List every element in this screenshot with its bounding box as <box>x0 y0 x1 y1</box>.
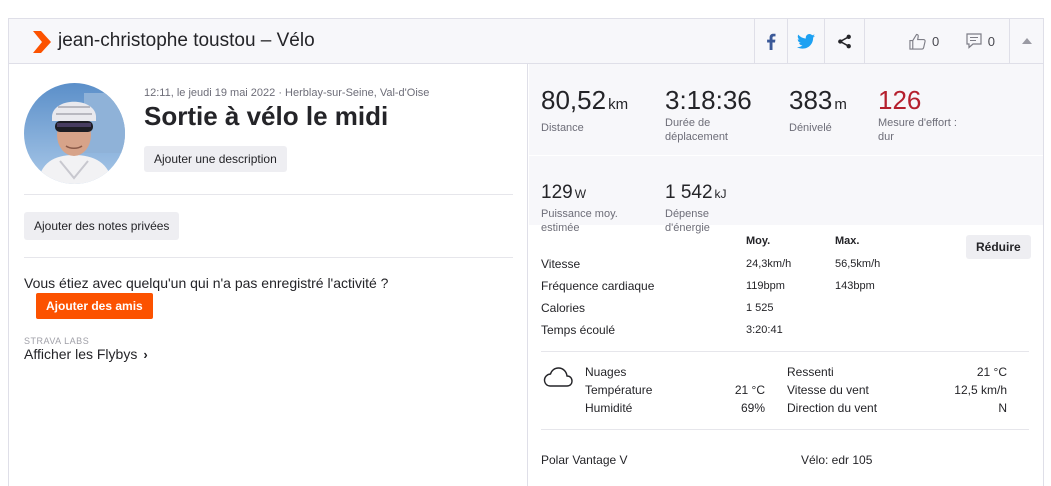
feels-like-label: Ressenti <box>787 365 834 379</box>
feels-like-value: 21 °C <box>976 365 1007 379</box>
share-button[interactable] <box>824 19 864 63</box>
table-row-max: 56,5km/h <box>835 258 881 270</box>
wind-direction-value: N <box>998 401 1007 415</box>
table-row-max: 143bpm <box>835 280 875 292</box>
distance-value: 80,52 <box>541 85 607 115</box>
cloud-icon <box>543 367 573 387</box>
comments-count: 0 <box>987 33 995 49</box>
bike-name: Vélo: edr 105 <box>801 453 873 467</box>
distance-unit: km <box>608 96 629 113</box>
weather-condition: Nuages <box>585 365 627 379</box>
strava-labs-label: STRAVA LABS <box>24 336 90 346</box>
stat-power: 129 W Puissance moy. estimée <box>541 182 618 235</box>
comment-icon <box>966 33 982 49</box>
stat-moving-time: 3:18:36 Durée de déplacement <box>665 86 752 144</box>
table-row-label: Calories <box>541 301 586 315</box>
activity-stats-panel: 80,52 km Distance 3:18:36 Durée de déplace… <box>529 64 1043 486</box>
power-unit: W <box>574 187 587 201</box>
divider <box>24 257 513 258</box>
caret-up-icon <box>1021 38 1032 44</box>
add-private-notes-button[interactable]: Ajouter des notes privées <box>24 212 180 240</box>
column-header-avg: Moy. <box>746 235 771 247</box>
comments-button[interactable]: 0 <box>903 19 1009 63</box>
reduce-button[interactable]: Réduire <box>966 235 1031 259</box>
activity-title[interactable]: Sortie à vélo le midi <box>144 101 388 132</box>
activity-card: jean-christophe toustou – Vélo 0 0 12:11… <box>8 18 1044 486</box>
table-row-avg: 24,3km/h <box>746 258 792 270</box>
effort-label-2: dur <box>878 131 894 143</box>
distance-label: Distance <box>541 122 584 134</box>
divider <box>529 155 1043 156</box>
humidity-value: 69% <box>740 401 765 415</box>
divider <box>541 429 1029 430</box>
elevation-unit: m <box>834 96 847 113</box>
energy-value: 1 542 <box>665 182 713 203</box>
share-icon <box>838 34 851 48</box>
temperature-value: 21 °C <box>734 383 765 397</box>
activity-summary-panel: 12:11, le jeudi 19 mai 2022 · Herblay-su… <box>9 64 528 486</box>
flybys-label: Afficher les Flybys <box>24 346 138 362</box>
collapse-button[interactable] <box>1009 19 1043 63</box>
table-row-avg: 119bpm <box>746 280 785 292</box>
stat-effort[interactable]: 126 Mesure d'effort : dur <box>878 86 957 144</box>
moving-time-value: 3:18:36 <box>665 85 752 115</box>
avatar[interactable] <box>24 83 125 184</box>
share-twitter-button[interactable] <box>787 19 824 63</box>
power-value: 129 <box>541 182 573 203</box>
table-row-label: Fréquence cardiaque <box>541 279 655 293</box>
divider <box>24 194 513 195</box>
humidity-label: Humidité <box>585 401 633 415</box>
elevation-label: Dénivelé <box>789 122 832 134</box>
divider <box>541 351 1029 352</box>
column-header-max: Max. <box>835 235 860 247</box>
energy-label-2: d'énergie <box>665 222 710 234</box>
wind-speed-label: Vitesse du vent <box>787 383 869 397</box>
power-label-2: estimée <box>541 222 580 234</box>
page-title: jean-christophe toustou – Vélo <box>58 30 315 51</box>
stat-energy: 1 542 kJ Dépense d'énergie <box>665 182 727 235</box>
power-label: Puissance moy. <box>541 208 618 220</box>
chevron-right-icon: › <box>143 347 148 362</box>
facebook-icon <box>767 33 776 50</box>
temperature-label: Température <box>585 383 653 397</box>
unrecorded-partner-question: Vous étiez avec quelqu'un qui n'a pas en… <box>24 275 389 291</box>
table-row-avg: 1 525 <box>746 302 774 314</box>
table-row-label: Temps écoulé <box>541 323 616 337</box>
activity-header: jean-christophe toustou – Vélo 0 0 <box>9 19 1043 64</box>
share-facebook-button[interactable] <box>754 19 787 63</box>
effort-value: 126 <box>878 85 922 115</box>
device-name: Polar Vantage V <box>541 453 628 467</box>
wind-direction-label: Direction du vent <box>787 401 878 415</box>
table-row-avg: 3:20:41 <box>746 324 783 336</box>
stat-elevation: 383 m Dénivelé <box>789 86 847 135</box>
moving-time-label: Durée de <box>665 117 711 129</box>
moving-time-label-2: déplacement <box>665 131 728 143</box>
chevron-logo-icon <box>33 31 51 53</box>
effort-label: Mesure d'effort : <box>878 117 957 129</box>
add-friends-button[interactable]: Ajouter des amis <box>36 293 153 319</box>
wind-speed-value: 12,5 km/h <box>954 383 1007 397</box>
energy-label: Dépense <box>665 208 710 220</box>
energy-unit: kJ <box>714 187 727 201</box>
flybys-link[interactable]: Afficher les Flybys › <box>24 346 148 362</box>
elevation-value: 383 <box>789 85 833 115</box>
twitter-icon <box>797 33 815 49</box>
add-description-button[interactable]: Ajouter une description <box>144 146 287 172</box>
activity-meta: 12:11, le jeudi 19 mai 2022 · Herblay-su… <box>144 87 430 99</box>
table-row-label: Vitesse <box>541 257 581 271</box>
stat-distance: 80,52 km Distance <box>541 86 628 135</box>
